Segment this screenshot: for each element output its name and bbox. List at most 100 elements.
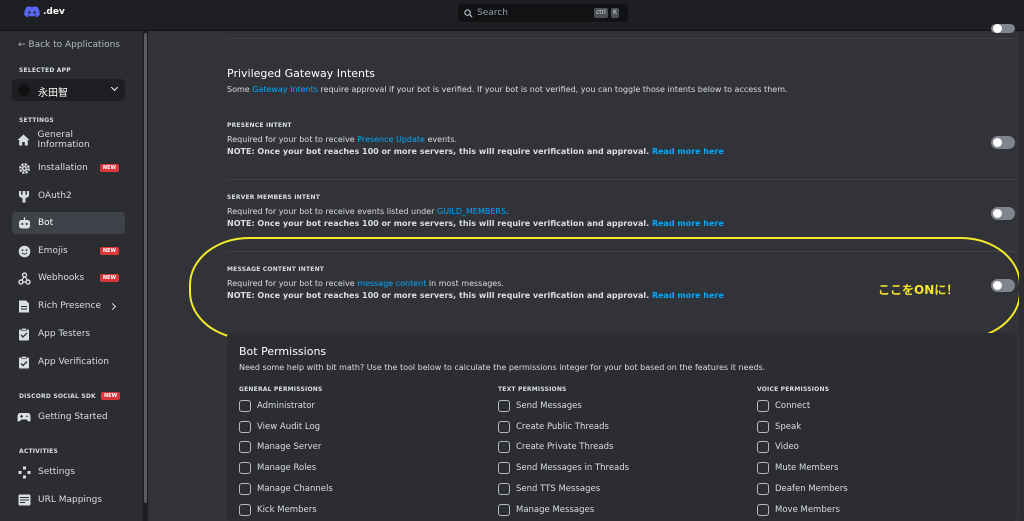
subtitle-text: require approval if your bot is verified… xyxy=(317,85,788,94)
checkbox[interactable] xyxy=(239,441,251,454)
sidebar-item-oauth2[interactable]: OAuth2 xyxy=(12,185,125,207)
gamepad-icon xyxy=(17,410,31,424)
testers-icon xyxy=(17,327,31,341)
permission-label: Create Public Threads xyxy=(516,421,609,432)
permission-checkbox-row[interactable]: Move Members xyxy=(757,503,840,517)
sidebar-item-label: Installation xyxy=(38,163,88,173)
chevron-right-icon xyxy=(108,302,117,310)
permission-checkbox-row[interactable]: Create Private Threads xyxy=(498,440,613,454)
permission-label: Manage Messages xyxy=(516,504,595,515)
permission-label: Speak xyxy=(775,421,802,432)
permission-checkbox-row[interactable]: Manage Server xyxy=(239,440,321,454)
permission-checkbox-row[interactable]: Manage Roles xyxy=(239,461,316,475)
permission-label: Video xyxy=(775,442,799,453)
logo-text: .dev xyxy=(43,7,65,17)
sidebar-item-url-mappings[interactable]: URL Mappings xyxy=(12,489,125,511)
checkbox[interactable] xyxy=(239,420,251,433)
permission-checkbox-row[interactable]: Mute Members xyxy=(757,461,838,475)
general-permissions-heading: GENERAL PERMISSIONS xyxy=(239,386,323,393)
sidebar-item-label: Emojis xyxy=(38,246,68,256)
sidebar-item-general-information[interactable]: General Information xyxy=(12,129,125,151)
gear-icon xyxy=(17,161,31,175)
checkbox[interactable] xyxy=(757,420,769,433)
previous-setting-toggle[interactable] xyxy=(991,24,1015,33)
presence-update-link[interactable]: Presence Update xyxy=(357,135,425,144)
privileged-intents-title: Privileged Gateway Intents xyxy=(227,67,376,80)
bot-permissions-subtitle: Need some help with bit math? Use the to… xyxy=(239,363,766,372)
checkbox[interactable] xyxy=(757,441,769,454)
discord-dev-logo[interactable]: .dev xyxy=(24,6,65,18)
sidebar-item-installation[interactable]: Installation NEW xyxy=(12,157,125,179)
sidebar-item-label: OAuth2 xyxy=(38,191,72,201)
presence-intent-toggle[interactable] xyxy=(991,136,1015,149)
permission-checkbox-row[interactable]: Send Messages xyxy=(498,399,582,413)
annotation-text: ここをONに！ xyxy=(878,283,959,297)
checkbox[interactable] xyxy=(498,503,510,516)
permission-checkbox-row[interactable]: Manage Channels xyxy=(239,482,333,496)
checkbox[interactable] xyxy=(498,482,510,495)
permission-checkbox-row[interactable]: Connect xyxy=(757,399,810,413)
checkbox[interactable] xyxy=(757,462,769,475)
back-to-applications-link[interactable]: ← Back to Applications xyxy=(18,40,120,50)
checkbox[interactable] xyxy=(757,503,769,516)
permission-label: Send Messages in Threads xyxy=(516,463,630,474)
permission-checkbox-row[interactable]: Manage Messages xyxy=(498,503,594,517)
permission-checkbox-row[interactable]: Administrator xyxy=(239,399,315,413)
wrench-icon xyxy=(17,189,31,203)
permission-checkbox-row[interactable]: View Audit Log xyxy=(239,420,320,434)
webhook-icon xyxy=(17,271,31,285)
main-scrollbar[interactable] xyxy=(1019,31,1024,521)
sidebar-item-app-testers[interactable]: App Testers xyxy=(12,323,125,345)
emoji-icon xyxy=(17,244,31,258)
server-members-intent-note: NOTE: Once your bot reaches 100 or more … xyxy=(227,219,724,228)
rich-presence-icon xyxy=(17,299,31,313)
sidebar-item-app-verification[interactable]: App Verification xyxy=(12,351,125,373)
sidebar-item-activities-settings[interactable]: Settings xyxy=(12,461,125,483)
permission-checkbox-row[interactable]: Video xyxy=(757,440,799,454)
permission-label: Send Messages xyxy=(516,401,582,411)
permission-checkbox-row[interactable]: Kick Members xyxy=(239,503,317,517)
server-members-intent-toggle[interactable] xyxy=(991,207,1015,220)
selected-app-heading: SELECTED APP xyxy=(19,67,71,74)
settings-heading: SETTINGS xyxy=(19,117,54,124)
checkbox[interactable] xyxy=(239,503,251,516)
checkbox[interactable] xyxy=(757,400,769,412)
new-badge: NEW xyxy=(99,247,119,255)
checkbox[interactable] xyxy=(239,482,251,495)
voice-permissions-heading: VOICE PERMISSIONS xyxy=(757,386,830,393)
checkbox[interactable] xyxy=(498,420,510,433)
checkbox[interactable] xyxy=(239,462,251,475)
note-text: NOTE: Once your bot reaches 100 or more … xyxy=(227,147,650,156)
sidebar-item-webhooks[interactable]: Webhooks NEW xyxy=(12,267,125,289)
app-selector[interactable]: 永田智 xyxy=(12,79,125,101)
toggle-knob xyxy=(993,138,1002,147)
gateway-intents-link[interactable]: Gateway Intents xyxy=(252,85,318,94)
read-more-link[interactable]: Read more here xyxy=(652,147,724,156)
permission-checkbox-row[interactable]: Send Messages in Threads xyxy=(498,461,629,475)
sidebar-item-rich-presence[interactable]: Rich Presence xyxy=(12,295,125,317)
guild-members-link[interactable]: GUILD_MEMBERS xyxy=(437,207,506,216)
permission-checkbox-row[interactable]: Send TTS Messages xyxy=(498,482,600,496)
permission-label: Send TTS Messages xyxy=(516,483,601,494)
checkbox[interactable] xyxy=(498,441,510,454)
permission-checkbox-row[interactable]: Speak xyxy=(757,420,801,434)
discord-social-sdk-heading: DISCORD SOCIAL SDK xyxy=(19,393,96,400)
new-badge: NEW xyxy=(101,392,121,400)
permission-checkbox-row[interactable]: Create Public Threads xyxy=(498,420,609,434)
server-members-intent-title: SERVER MEMBERS INTENT xyxy=(227,194,320,201)
app-name: 永田智 xyxy=(38,88,68,99)
sidebar-scrollbar-thumb[interactable] xyxy=(144,33,147,503)
permission-label: Kick Members xyxy=(257,504,317,515)
sidebar-item-emojis[interactable]: Emojis NEW xyxy=(12,240,125,262)
sidebar-item-bot[interactable]: Bot xyxy=(12,212,125,234)
checkbox[interactable] xyxy=(498,400,510,412)
checkbox[interactable] xyxy=(757,482,769,495)
read-more-link[interactable]: Read more here xyxy=(652,219,724,228)
presence-intent-title: PRESENCE INTENT xyxy=(227,122,292,129)
permission-label: Mute Members xyxy=(775,463,839,474)
permission-checkbox-row[interactable]: Deafen Members xyxy=(757,482,848,496)
checkbox[interactable] xyxy=(498,462,510,475)
sidebar-item-getting-started[interactable]: Getting Started xyxy=(12,406,125,428)
permission-label: Connect xyxy=(775,401,811,411)
checkbox[interactable] xyxy=(239,400,251,412)
